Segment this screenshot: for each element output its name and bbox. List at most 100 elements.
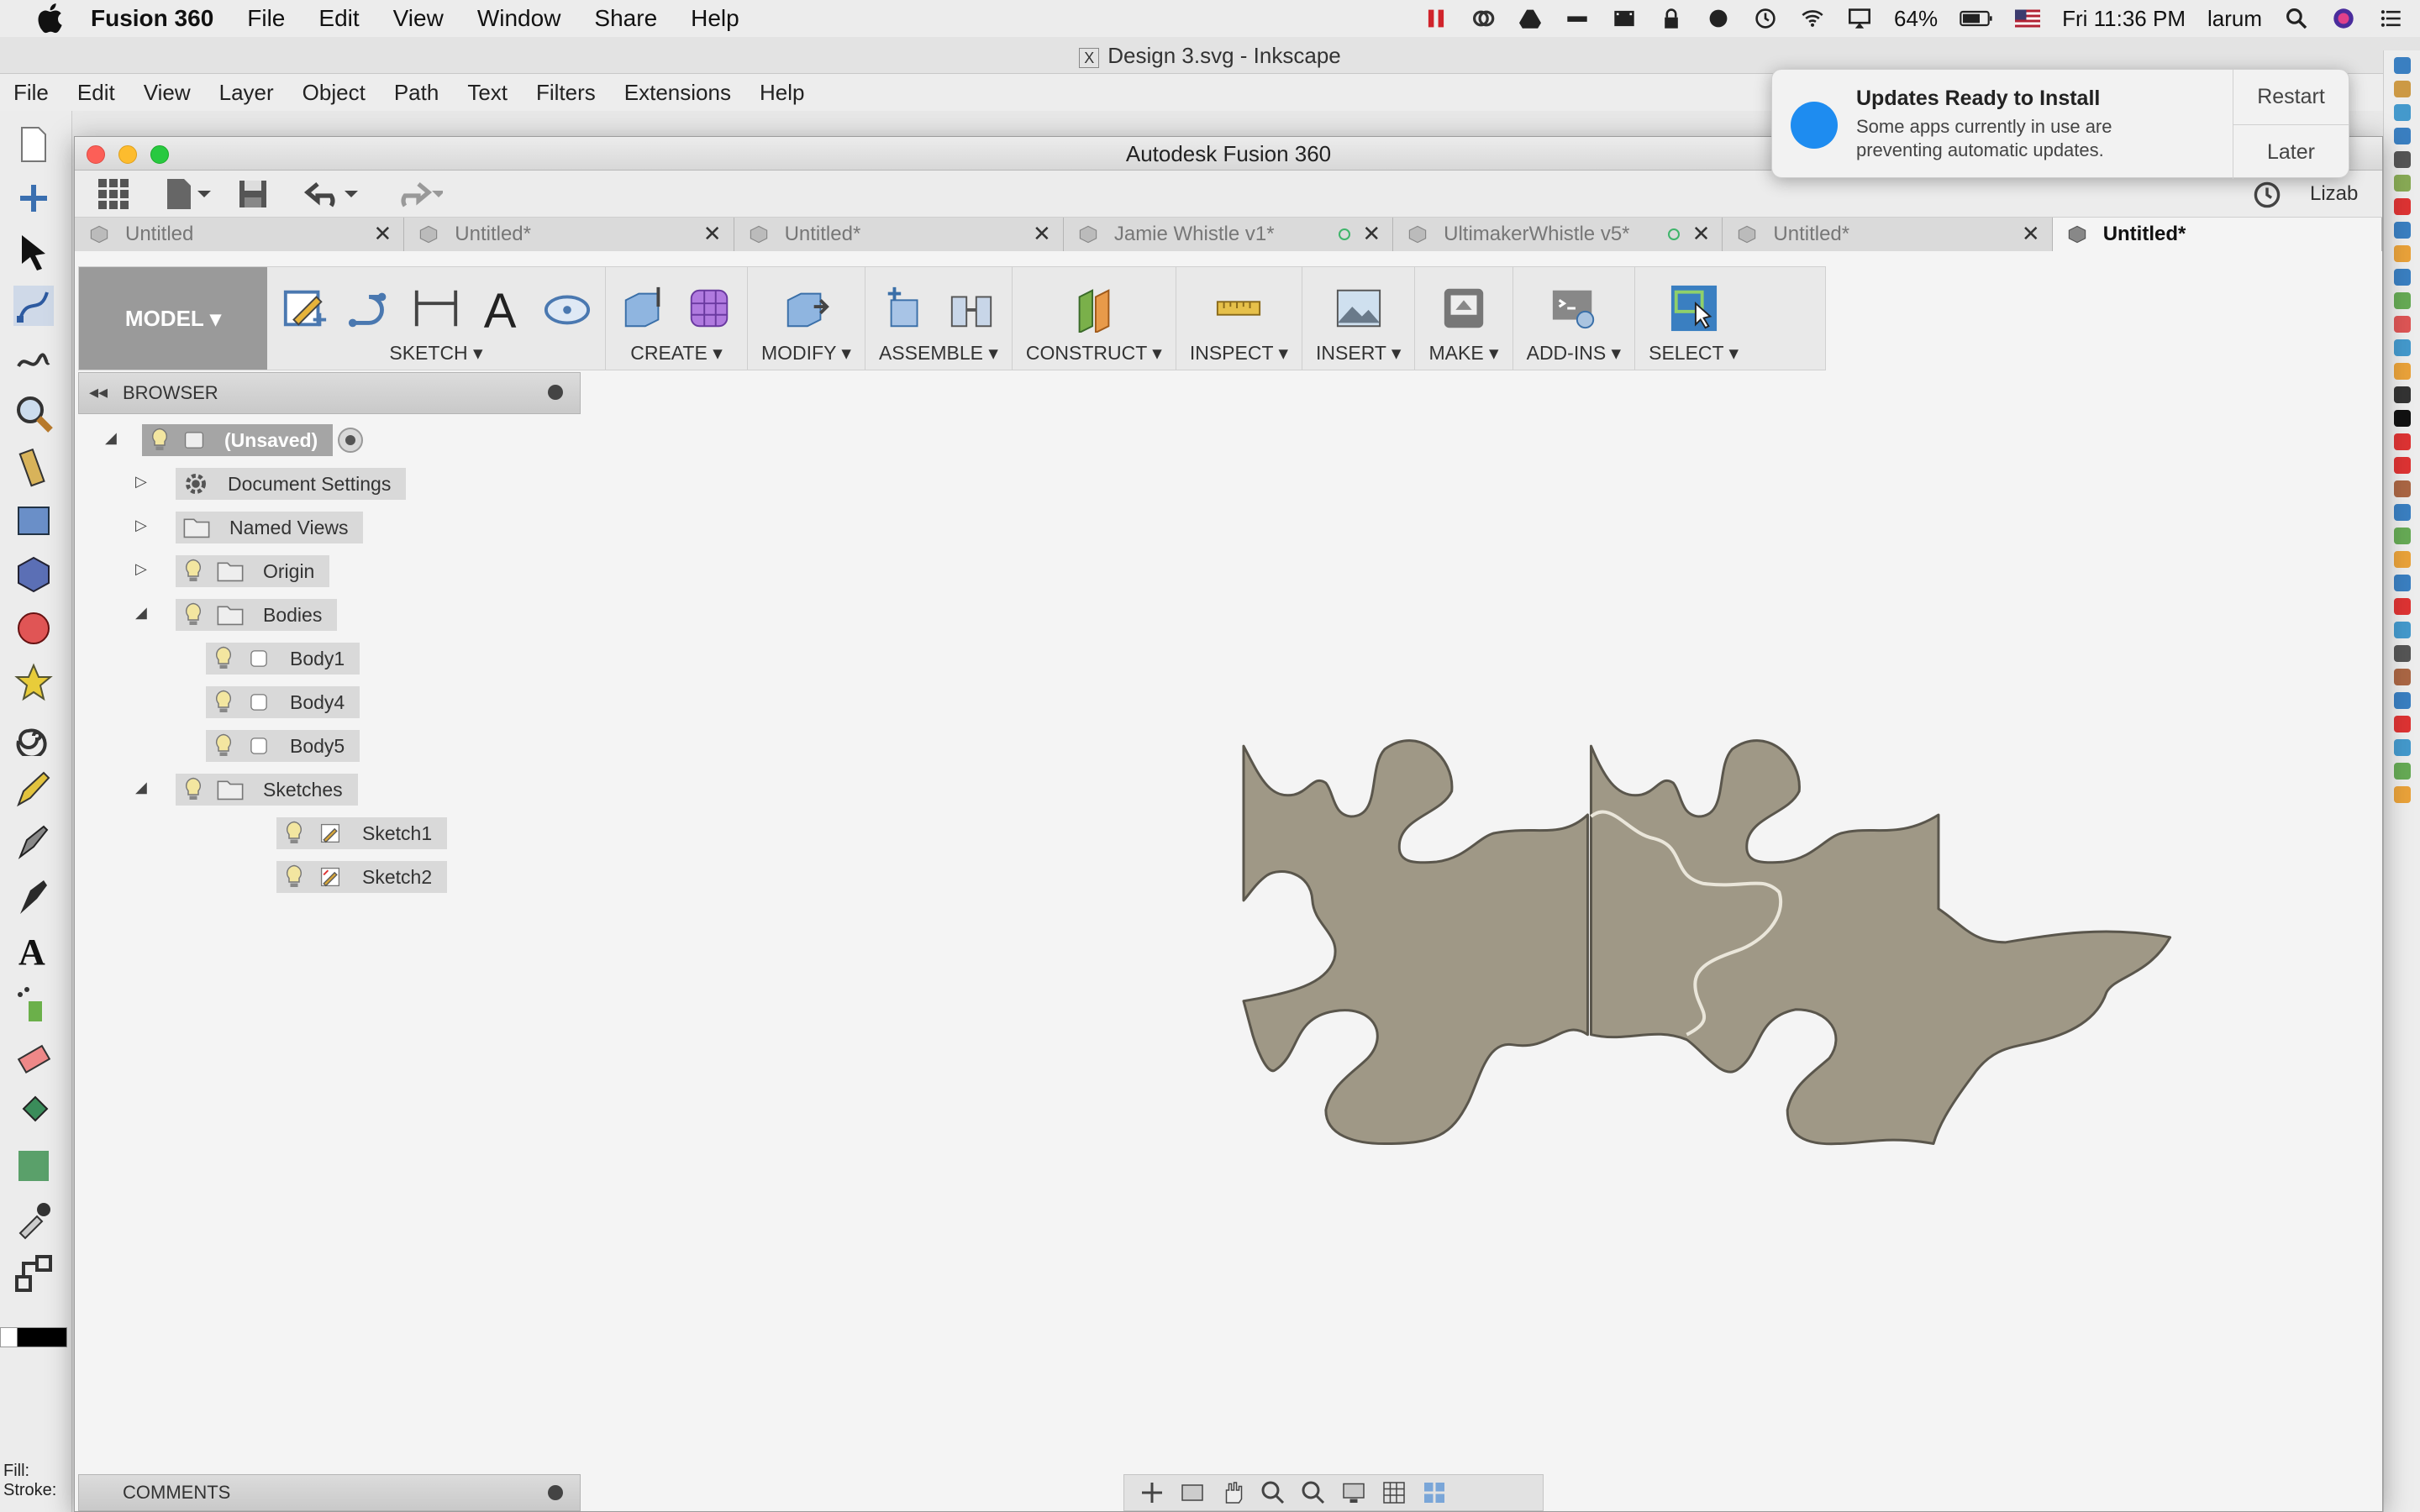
close-tab-icon[interactable]: ✕ [2022, 221, 2040, 247]
document-tab[interactable]: Jamie Whistle v1* ✕ [1063, 218, 1394, 251]
connector-tool-icon[interactable] [13, 1253, 54, 1294]
cmd-icon[interactable] [2394, 457, 2411, 474]
browser-document-settings[interactable]: Document Settings [176, 468, 407, 500]
menu-window[interactable]: Window [477, 5, 561, 32]
wifi-icon[interactable] [1800, 8, 1825, 29]
cmd-icon[interactable] [2394, 316, 2411, 333]
rectangle-tool-icon[interactable] [13, 501, 54, 541]
ellipse-tool-icon[interactable] [13, 608, 54, 648]
press-pull-icon[interactable] [781, 284, 830, 333]
cmd-icon[interactable] [2394, 480, 2411, 497]
grid-settings-icon[interactable] [1380, 1480, 1408, 1505]
maximize-window-button[interactable] [150, 145, 169, 164]
joint-icon[interactable] [947, 284, 996, 333]
pen-tool-icon[interactable] [13, 823, 54, 864]
cmd-icon[interactable] [2394, 175, 2411, 192]
browser-named-views[interactable]: Named Views [176, 512, 364, 543]
cmd-icon[interactable] [2394, 786, 2411, 803]
3d-box-tool-icon[interactable] [13, 554, 54, 595]
redo-icon[interactable] [384, 177, 443, 211]
activate-radio-icon[interactable] [338, 428, 364, 453]
pencil-tool-icon[interactable] [13, 769, 54, 810]
viewports-icon[interactable] [1420, 1480, 1449, 1505]
pan-hand-icon[interactable] [1218, 1480, 1247, 1505]
close-tab-icon[interactable]: ✕ [1692, 221, 1711, 247]
parallels-icon[interactable] [1423, 8, 1449, 29]
comments-panel[interactable]: COMMENTS [78, 1474, 581, 1511]
gradient-tool-icon[interactable] [13, 1146, 54, 1186]
visibility-bulb-icon[interactable] [182, 602, 204, 627]
browser-sketch-item[interactable]: Sketch1 [276, 817, 448, 849]
menu-extra-icon[interactable] [1565, 8, 1590, 29]
document-tab[interactable]: Untitled* ✕ [404, 218, 734, 251]
eraser-tool-icon[interactable] [13, 1038, 54, 1079]
close-tab-icon[interactable]: ✕ [703, 221, 722, 247]
apple-menu-icon[interactable] [34, 3, 67, 34]
menu-share[interactable]: Share [594, 5, 657, 32]
cmd-icon[interactable] [2394, 198, 2411, 215]
new-component-icon[interactable] [881, 284, 930, 333]
battery-icon[interactable] [1960, 8, 1993, 29]
select-tool-icon[interactable] [13, 232, 54, 272]
visibility-bulb-icon[interactable] [149, 428, 171, 453]
menu-edit[interactable]: Edit [318, 5, 359, 32]
look-at-icon[interactable] [1178, 1480, 1207, 1505]
menu-file[interactable]: File [247, 5, 285, 32]
user-name[interactable]: larum [2207, 6, 2262, 32]
cmd-icon[interactable] [2394, 57, 2411, 74]
insert-image-icon[interactable] [1334, 284, 1383, 333]
star-tool-icon[interactable] [13, 662, 54, 702]
ink-menu-extensions[interactable]: Extensions [624, 80, 731, 106]
3d-print-icon[interactable] [1439, 284, 1488, 333]
save-icon[interactable] [236, 177, 270, 211]
assemble-menu-label[interactable]: ASSEMBLE [879, 342, 983, 364]
browser-body-item[interactable]: Body1 [206, 643, 360, 675]
add-ins-menu-label[interactable]: ADD-INS [1527, 342, 1607, 364]
data-panel-grid-icon[interactable] [97, 177, 130, 211]
browser-body-item[interactable]: Body4 [206, 686, 360, 718]
cmd-icon[interactable] [2394, 528, 2411, 544]
cmd-icon[interactable] [2394, 739, 2411, 756]
document-tab[interactable]: UltimakerWhistle v5* ✕ [1393, 218, 1723, 251]
document-tab[interactable]: Untitled* ✕ [1723, 218, 2053, 251]
menu-view[interactable]: View [393, 5, 444, 32]
film-icon[interactable] [1612, 8, 1637, 29]
visibility-bulb-icon[interactable] [283, 821, 305, 846]
palette-swatch[interactable] [0, 1327, 67, 1347]
cmd-icon[interactable] [2394, 128, 2411, 144]
menu-help[interactable]: Help [691, 5, 739, 32]
expand-named-views-icon[interactable]: ▷ [135, 517, 147, 534]
undo-icon[interactable] [303, 177, 362, 211]
clock[interactable]: Fri 11:36 PM [2062, 6, 2186, 32]
cmd-icon[interactable] [2394, 645, 2411, 662]
ink-menu-help[interactable]: Help [760, 80, 804, 106]
dropper-tool-icon[interactable] [13, 1200, 54, 1240]
ink-menu-filters[interactable]: Filters [536, 80, 596, 106]
job-status-clock-icon[interactable] [2253, 181, 2281, 209]
make-menu-label[interactable]: MAKE [1428, 342, 1483, 364]
select-menu-label[interactable]: SELECT [1649, 342, 1723, 364]
expand-document-settings-icon[interactable]: ▷ [135, 473, 147, 491]
cmd-icon[interactable] [2394, 763, 2411, 780]
puzzle-piece-right[interactable] [1589, 739, 2172, 1146]
browser-sketches[interactable]: Sketches [176, 774, 358, 806]
sketch-menu-label[interactable]: SKETCH [389, 342, 467, 364]
node-tool-icon[interactable] [13, 286, 54, 326]
cmd-icon[interactable] [2394, 551, 2411, 568]
expand-origin-icon[interactable]: ▷ [135, 560, 147, 578]
browser-sketch-item[interactable]: Sketch2 [276, 861, 448, 893]
visibility-bulb-icon[interactable] [213, 646, 234, 671]
paint-bucket-tool-icon[interactable] [13, 1092, 54, 1132]
google-drive-icon[interactable] [1518, 8, 1543, 29]
lock-icon[interactable] [1659, 8, 1684, 29]
zoom-tool-icon[interactable] [13, 393, 54, 433]
expand-root-icon[interactable]: ◢ [105, 429, 117, 447]
measure-tool-icon[interactable] [13, 447, 54, 487]
ink-menu-edit[interactable]: Edit [77, 80, 115, 106]
cmd-icon[interactable] [2394, 151, 2411, 168]
app-name-menu[interactable]: Fusion 360 [91, 5, 213, 32]
us-flag-icon[interactable] [2015, 8, 2041, 29]
inspect-menu-label[interactable]: INSPECT [1190, 342, 1273, 364]
ink-menu-text[interactable]: Text [467, 80, 508, 106]
ink-menu-path[interactable]: Path [394, 80, 439, 106]
